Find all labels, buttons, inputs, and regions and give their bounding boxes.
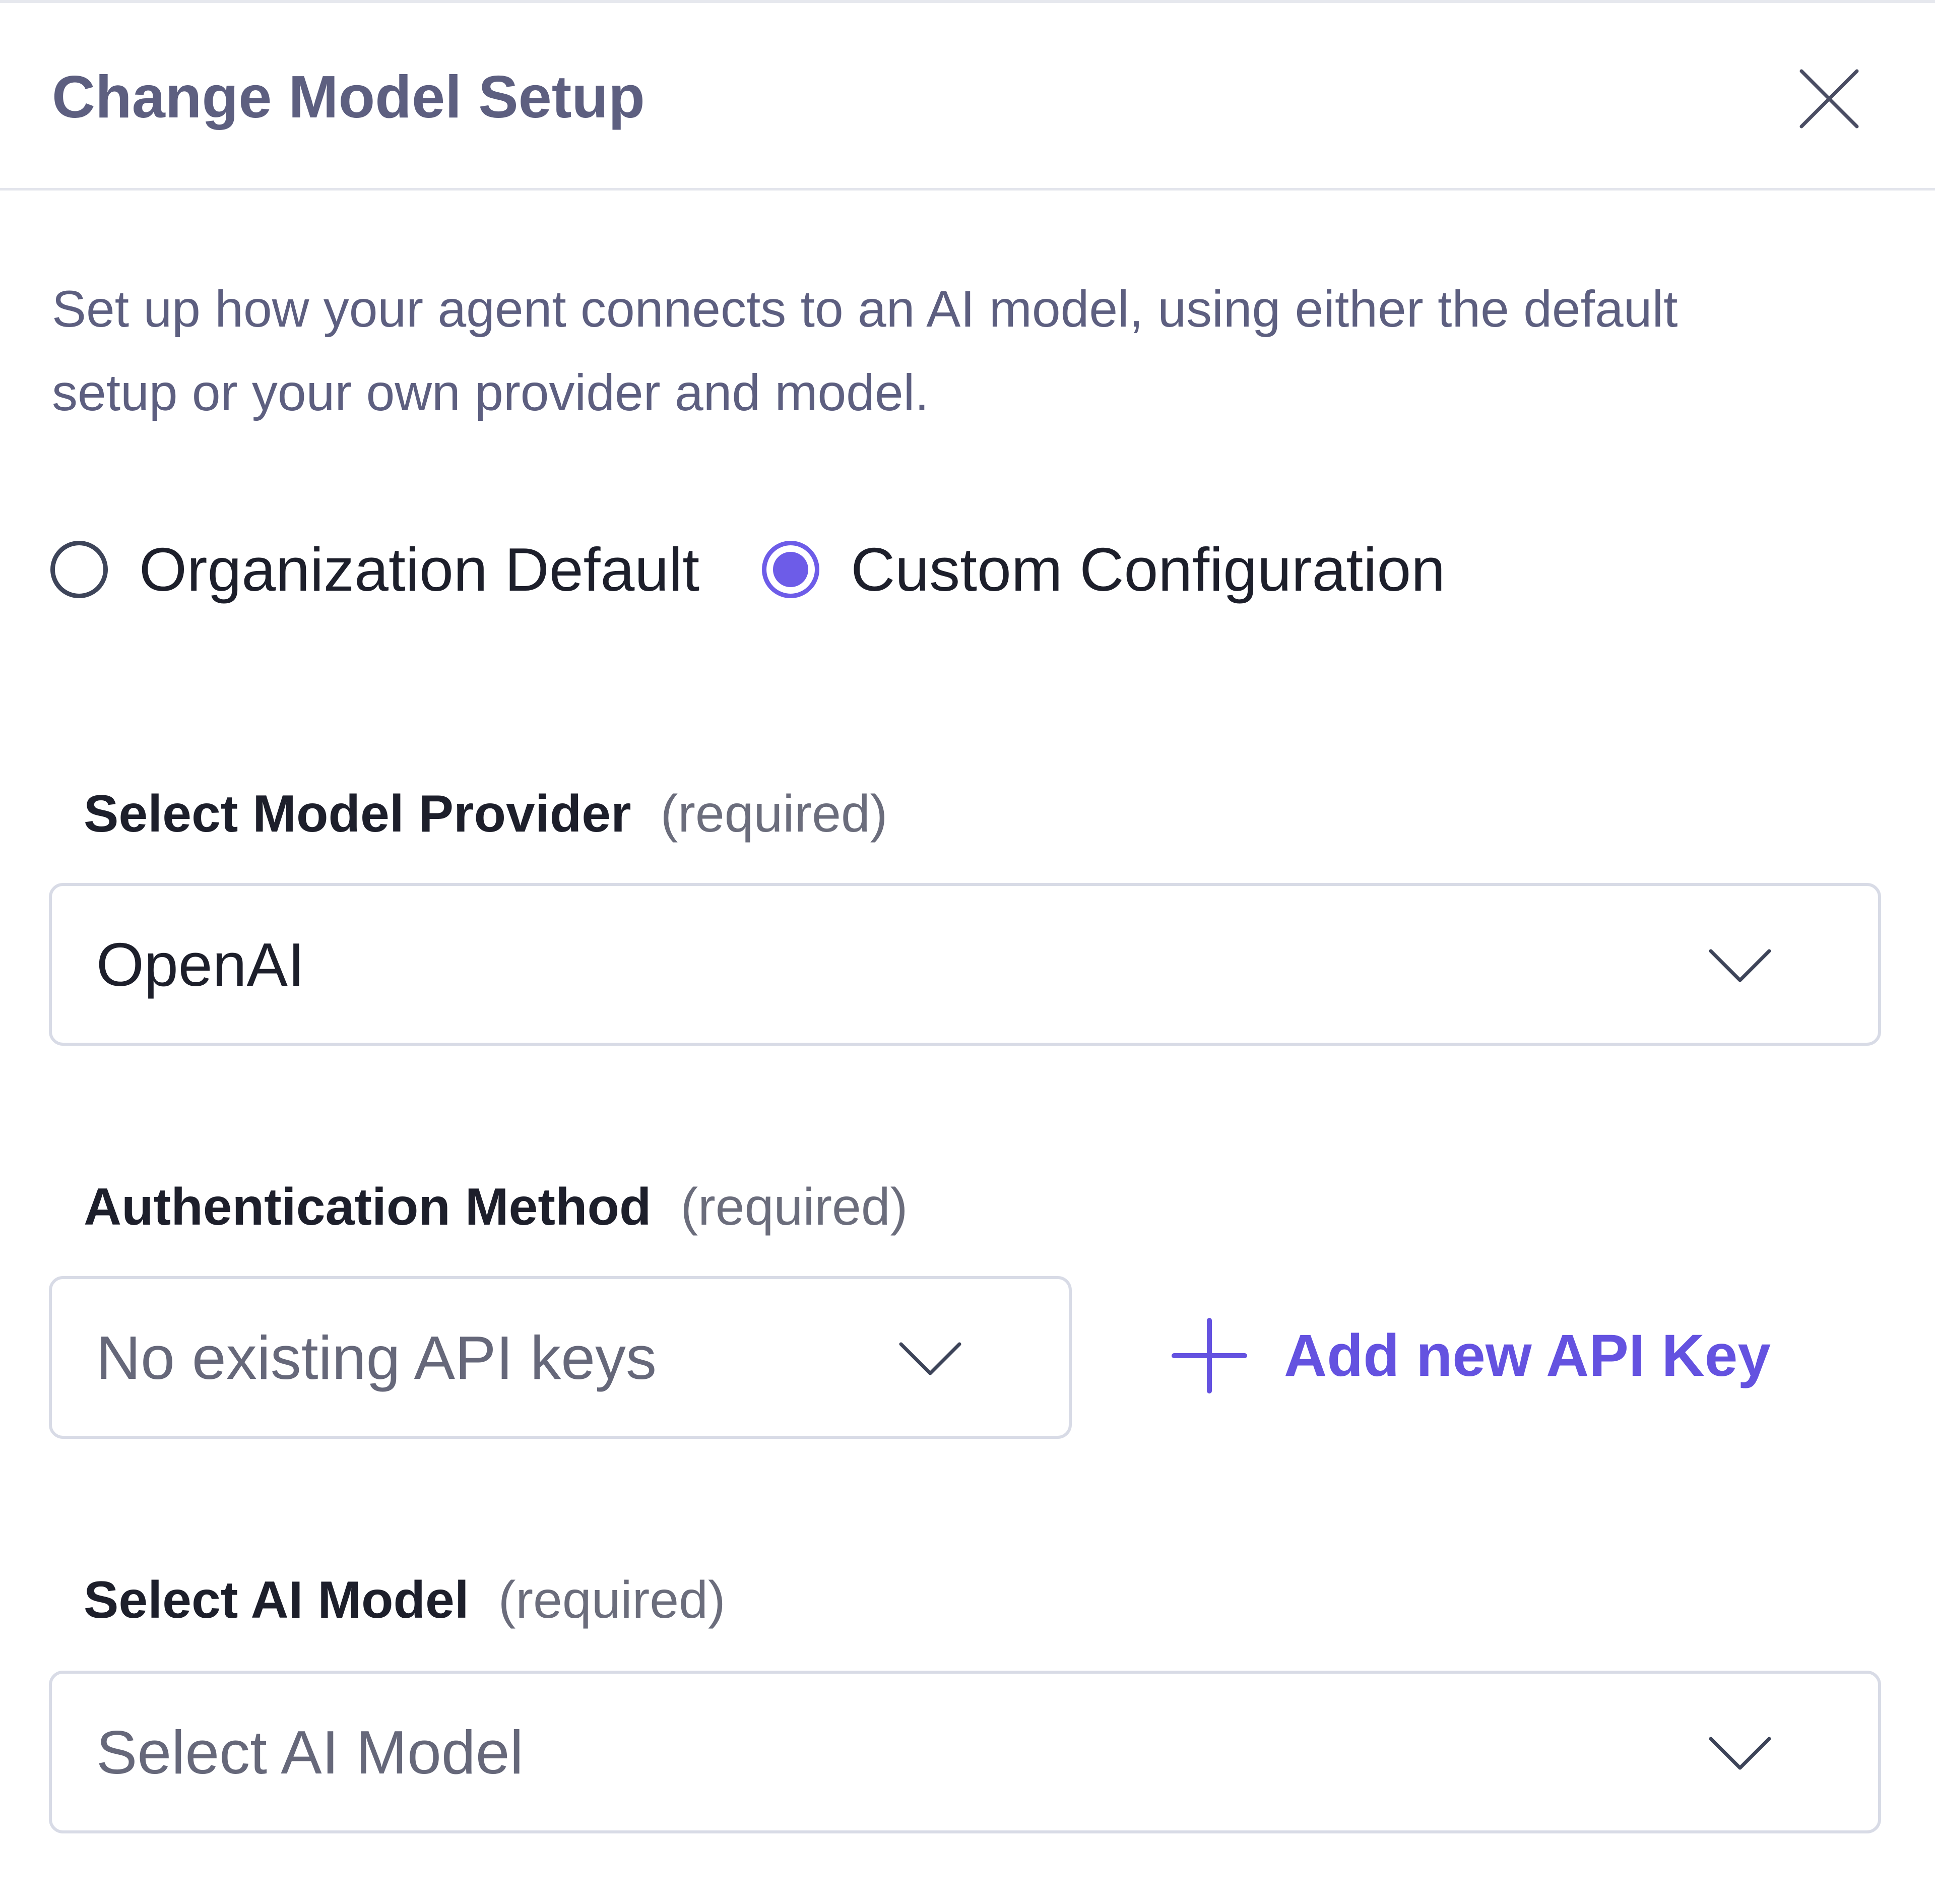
- radio-button-checked[interactable]: [762, 541, 820, 598]
- ai-model-placeholder: Select AI Model: [96, 1718, 524, 1787]
- auth-method-placeholder: No existing API keys: [96, 1323, 657, 1392]
- provider-label-text: Select Model Provider: [84, 785, 631, 843]
- model-field-label: Select AI Model (required): [84, 1565, 726, 1635]
- plus-icon: [1169, 1315, 1250, 1396]
- chevron-down-icon: [895, 1335, 965, 1380]
- required-indicator: (required): [680, 1178, 908, 1236]
- radio-custom-configuration[interactable]: Custom Configuration: [762, 534, 1445, 605]
- dialog-description: Set up how your agent connects to an AI …: [52, 280, 1678, 421]
- required-indicator: (required): [498, 1571, 726, 1629]
- close-button[interactable]: [1794, 64, 1864, 134]
- provider-field-label: Select Model Provider (required): [84, 779, 887, 849]
- auth-field-label: Authentication Method (required): [84, 1172, 908, 1242]
- required-indicator: (required): [660, 785, 888, 843]
- ai-model-select[interactable]: Select AI Model: [49, 1671, 1881, 1833]
- dialog-title: Change Model Setup: [52, 64, 645, 131]
- radio-button-unchecked[interactable]: [50, 541, 108, 598]
- config-mode-radio-group: Organization Default Custom Configuratio…: [50, 529, 1445, 610]
- radio-label: Custom Configuration: [851, 535, 1446, 604]
- auth-label-text: Authentication Method: [84, 1178, 652, 1236]
- radio-organization-default[interactable]: Organization Default: [50, 534, 699, 605]
- add-new-api-key-label: Add new API Key: [1284, 1322, 1771, 1389]
- chevron-down-icon: [1705, 1730, 1775, 1775]
- add-new-api-key-button[interactable]: Add new API Key: [1169, 1310, 1771, 1401]
- auth-method-select[interactable]: No existing API keys: [49, 1276, 1072, 1439]
- chevron-down-icon: [1705, 942, 1775, 987]
- radio-label: Organization Default: [139, 535, 700, 604]
- model-provider-value: OpenAI: [96, 930, 305, 999]
- close-icon: [1799, 69, 1859, 129]
- model-label-text: Select AI Model: [84, 1571, 469, 1629]
- model-provider-select[interactable]: OpenAI: [49, 883, 1881, 1046]
- dialog-header: Change Model Setup: [0, 3, 1935, 191]
